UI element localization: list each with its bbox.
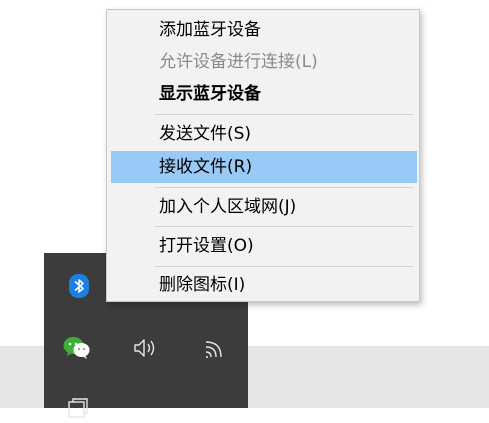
volume-icon[interactable]: [130, 333, 160, 363]
menu-item-add-bluetooth-device[interactable]: 添加蓝牙设备: [111, 14, 417, 46]
menu-separator: [155, 226, 413, 227]
menu-item-allow-device-connect: 允许设备进行连接(L): [159, 52, 318, 72]
network-icon[interactable]: [200, 333, 230, 363]
menu-item-send-file[interactable]: 发送文件(S): [111, 118, 417, 150]
menu-separator: [155, 266, 413, 267]
menu-separator: [155, 187, 413, 188]
menu-item-join-personal-area-network[interactable]: 加入个人区域网(J): [111, 191, 417, 223]
menu-item-remove-icon[interactable]: 删除图标(I): [111, 269, 417, 301]
menu-separator: [155, 114, 413, 115]
bluetooth-icon[interactable]: [64, 271, 94, 301]
wechat-icon[interactable]: [62, 333, 92, 363]
menu-item-show-bluetooth-devices[interactable]: 显示蓝牙设备: [111, 78, 417, 110]
window-icon[interactable]: [62, 393, 92, 423]
bluetooth-context-menu: 添加蓝牙设备 允许设备进行连接(L) 显示蓝牙设备 发送文件(S) 接收文件(R…: [106, 9, 420, 302]
menu-item-receive-file[interactable]: 接收文件(R): [111, 151, 417, 183]
menu-item-open-settings[interactable]: 打开设置(O): [111, 230, 417, 262]
